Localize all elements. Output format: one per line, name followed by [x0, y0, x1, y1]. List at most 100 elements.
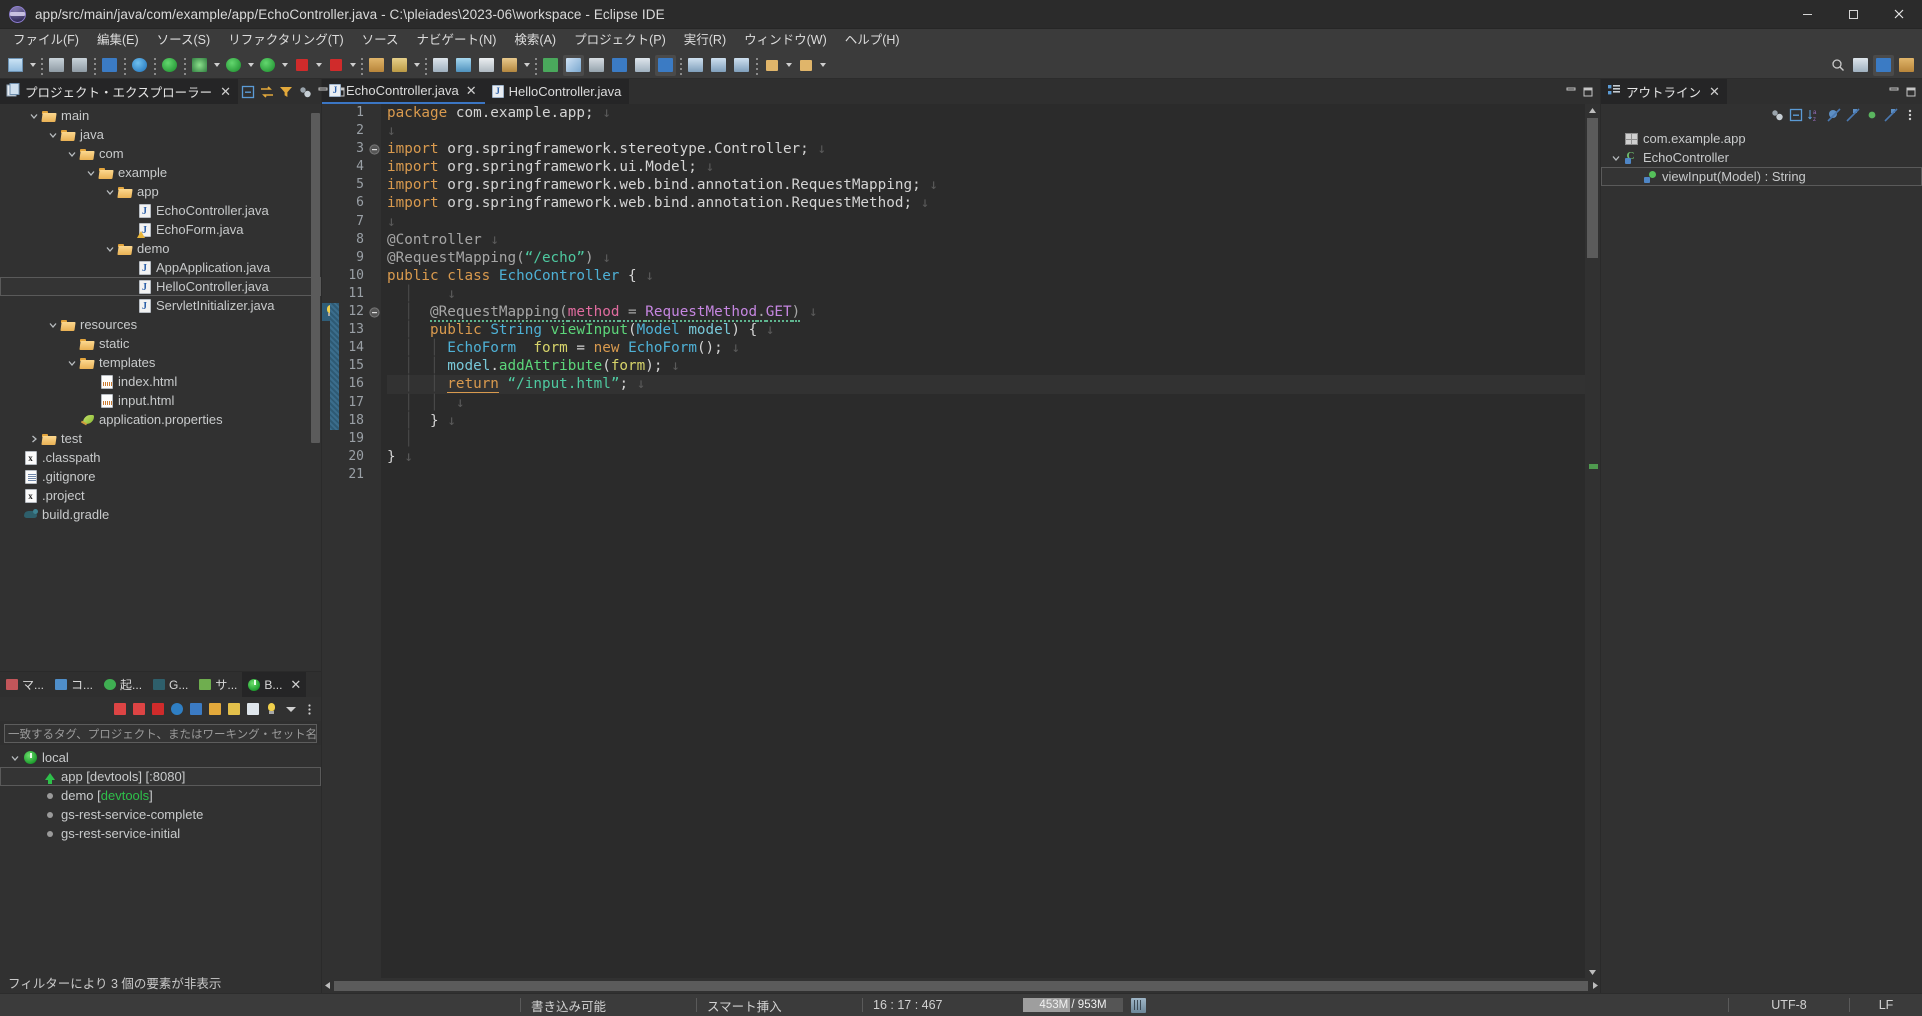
- maximize-button[interactable]: [1830, 0, 1876, 29]
- code-line[interactable]: import org.springframework.ui.Model; ↓: [387, 158, 1600, 176]
- hide-local-icon[interactable]: [1881, 106, 1900, 125]
- new-wizard-dropdown-arrow[interactable]: [27, 55, 38, 76]
- code-line[interactable]: │ public String viewInput(Model model) {…: [387, 321, 1600, 339]
- collapse-all-icon[interactable]: [1786, 106, 1805, 125]
- code-line[interactable]: │ ↓: [387, 285, 1600, 303]
- project-explorer-tree[interactable]: main java com example app EchoController.java…: [0, 104, 321, 671]
- code-line[interactable]: │ @RequestMapping(method = RequestMethod…: [387, 303, 1600, 323]
- console-view-icon[interactable]: [609, 55, 630, 76]
- editor-horizontal-scrollbar[interactable]: [322, 978, 1600, 993]
- tab-outline[interactable]: アウトライン ✕: [1601, 79, 1727, 104]
- view-menu-icon[interactable]: [1767, 106, 1786, 125]
- chevron-down-icon[interactable]: [65, 144, 79, 163]
- build-icon[interactable]: [129, 55, 150, 76]
- history-icon[interactable]: [586, 55, 607, 76]
- code-line[interactable]: │ │ ↓: [387, 394, 1600, 412]
- explorer-tree-item[interactable]: main: [0, 106, 321, 125]
- perspective-java-icon[interactable]: [655, 54, 676, 76]
- forward-icon[interactable]: [795, 55, 816, 76]
- code-line[interactable]: } ↓: [387, 448, 1600, 466]
- chevron-down-icon[interactable]: [103, 182, 117, 201]
- chevron-down-icon[interactable]: [8, 748, 22, 767]
- chevron-down-icon[interactable]: [103, 239, 117, 258]
- new-package-dropdown-arrow[interactable]: [411, 55, 422, 76]
- outline-tree-item[interactable]: viewInput(Model) : String: [1601, 167, 1922, 186]
- code-line[interactable]: public class EchoController { ↓: [387, 267, 1600, 285]
- explorer-tree-item[interactable]: index.html: [0, 372, 321, 391]
- forward-dropdown-arrow[interactable]: [817, 55, 828, 76]
- chevron-down-icon[interactable]: [27, 106, 41, 125]
- explorer-tree-item[interactable]: HelloController.java: [0, 277, 321, 296]
- menu-refactor[interactable]: リファクタリング(T): [219, 30, 352, 52]
- stop-dropdown-arrow[interactable]: [313, 55, 324, 76]
- boot-tree-item[interactable]: app [devtools] [:8080]: [0, 767, 321, 786]
- boot-tab-5[interactable]: B... ✕: [242, 672, 307, 697]
- properties-icon[interactable]: [243, 700, 262, 719]
- hide-fields-icon[interactable]: [1824, 106, 1843, 125]
- open-perspective-icon[interactable]: [1850, 55, 1871, 76]
- run-icon[interactable]: [223, 55, 244, 76]
- code-line[interactable]: ↓: [387, 213, 1600, 231]
- hide-static-icon[interactable]: [1843, 106, 1862, 125]
- quick-access-search-icon[interactable]: [1827, 55, 1848, 76]
- fold-collapse-icon[interactable]: [368, 303, 381, 321]
- explorer-tree-item[interactable]: app: [0, 182, 321, 201]
- outline-maximize-icon[interactable]: [1902, 82, 1919, 101]
- boot-tab-close-icon[interactable]: ✕: [290, 677, 301, 693]
- search-reference-icon[interactable]: [540, 55, 561, 76]
- start-icon[interactable]: [110, 700, 129, 719]
- boot-tree-item[interactable]: gs-rest-service-complete: [0, 805, 321, 824]
- editor-scroll-down-icon[interactable]: [1587, 966, 1598, 977]
- boot-tree-item[interactable]: local: [0, 748, 321, 767]
- boot-dashboard-filter-input[interactable]: 一致するタグ、プロジェクト、またはワーキング・セット名を入力します: [4, 724, 317, 743]
- heap-bar[interactable]: 453M / 953M: [1023, 998, 1123, 1012]
- edit-task-icon[interactable]: [499, 55, 520, 76]
- explorer-tree-item[interactable]: example: [0, 163, 321, 182]
- project-explorer-close-icon[interactable]: ✕: [220, 84, 231, 100]
- explorer-tree-item[interactable]: .project: [0, 486, 321, 505]
- explorer-scrollbar[interactable]: [311, 107, 320, 668]
- menu-navigate[interactable]: ナビゲート(N): [408, 30, 506, 52]
- editor-minimize-icon[interactable]: [1562, 82, 1579, 101]
- menu-edit[interactable]: 編集(E): [88, 30, 148, 52]
- code-line[interactable]: │ │ EchoForm form = new EchoForm(); ↓: [387, 339, 1600, 357]
- code-line[interactable]: │ │ model.addAttribute(form); ↓: [387, 357, 1600, 375]
- lightbulb-icon[interactable]: [262, 700, 281, 719]
- code-line[interactable]: import org.springframework.stereotype.Co…: [387, 140, 1600, 158]
- menu-source-2[interactable]: ソース: [353, 30, 408, 52]
- edit-icon[interactable]: [224, 700, 243, 719]
- menu-run[interactable]: 実行(R): [675, 30, 735, 52]
- chevron-down-icon[interactable]: [1609, 148, 1623, 167]
- code-line[interactable]: │ │ return “/input.html”; ↓: [387, 375, 1600, 394]
- run-dropdown-arrow[interactable]: [245, 55, 256, 76]
- editor-vertical-scrollbar[interactable]: [1585, 104, 1600, 978]
- editor-scroll-left-icon[interactable]: [322, 980, 333, 991]
- refresh-icon[interactable]: [205, 700, 224, 719]
- hide-nonpublic-icon[interactable]: [1862, 106, 1881, 125]
- stop-icon[interactable]: [291, 55, 312, 76]
- java-perspective-button[interactable]: [1873, 54, 1894, 76]
- explorer-tree-item[interactable]: input.html: [0, 391, 321, 410]
- trash-icon[interactable]: [1131, 997, 1146, 1013]
- stop-icon[interactable]: [148, 700, 167, 719]
- editor-horizontal-scrollbar-thumb[interactable]: [334, 980, 1588, 991]
- outline-tree-item[interactable]: com.example.app: [1601, 129, 1922, 148]
- code-line[interactable]: │: [387, 430, 1600, 448]
- menu-help[interactable]: ヘルプ(H): [836, 30, 909, 52]
- code-line[interactable]: import org.springframework.web.bind.anno…: [387, 176, 1600, 194]
- outline-minimize-icon[interactable]: [1885, 82, 1902, 101]
- explorer-tree-item[interactable]: templates: [0, 353, 321, 372]
- new-wizard-icon[interactable]: [5, 55, 26, 76]
- fold-collapse-icon[interactable]: [368, 140, 381, 158]
- chevron-down-icon[interactable]: [65, 353, 79, 372]
- boot-dashboard-tree[interactable]: local app [devtools] [:8080] demo [devtool…: [0, 745, 321, 971]
- explorer-tree-item[interactable]: java: [0, 125, 321, 144]
- outline-tree[interactable]: com.example.app EchoController viewInput(M…: [1601, 126, 1922, 993]
- chevron-down-icon[interactable]: [46, 315, 60, 334]
- explorer-tree-item[interactable]: .classpath: [0, 448, 321, 467]
- editor-folding-ruler[interactable]: [368, 104, 381, 978]
- menu-source[interactable]: ソース(S): [148, 30, 220, 52]
- boot-tab-3[interactable]: G...: [147, 672, 193, 697]
- explorer-scrollbar-thumb[interactable]: [311, 113, 320, 443]
- boot-tab-0[interactable]: マ...: [0, 672, 49, 697]
